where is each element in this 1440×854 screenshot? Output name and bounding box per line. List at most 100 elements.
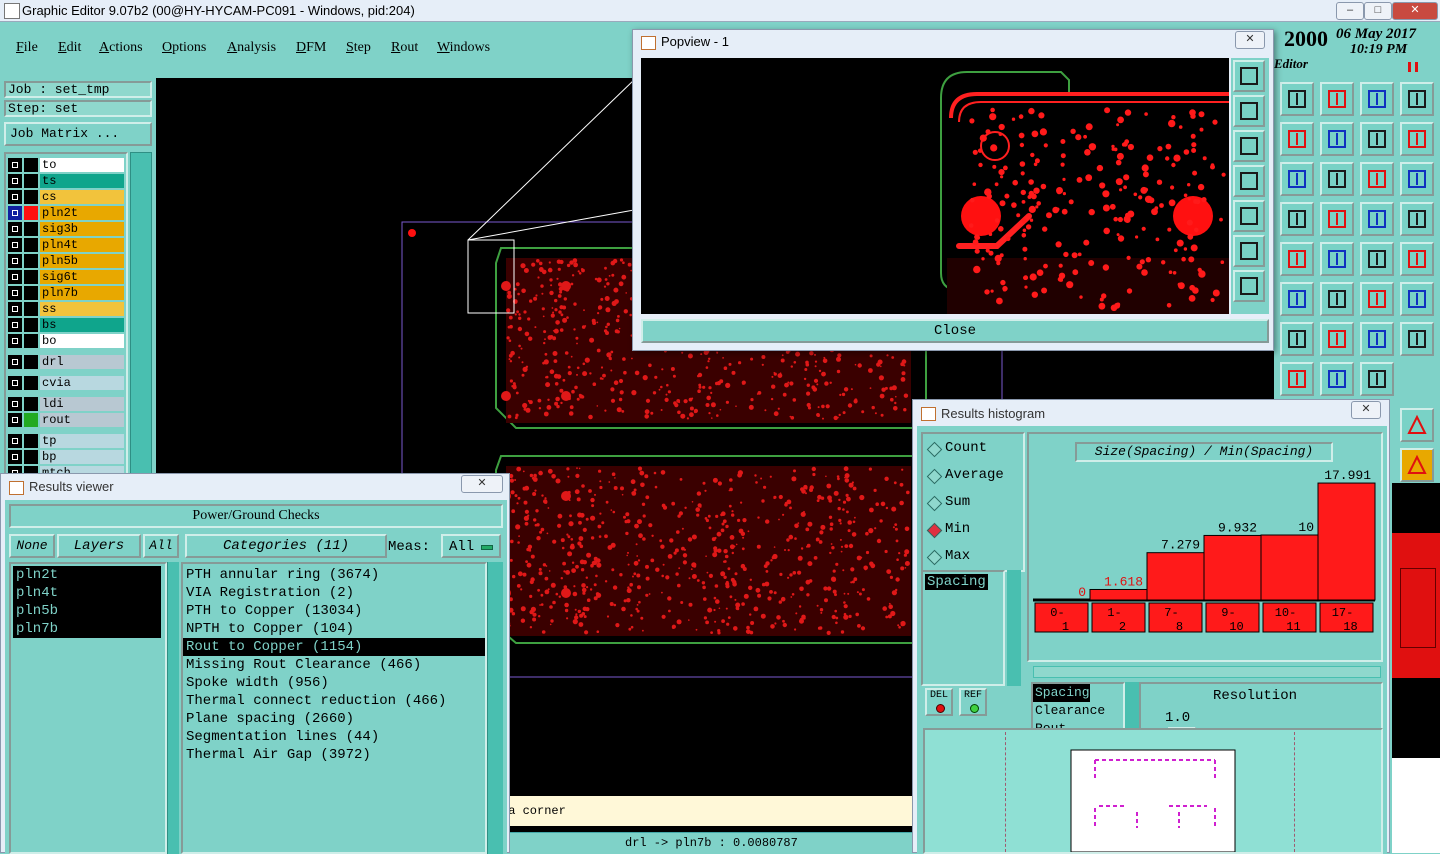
meas-dropdown[interactable]: All bbox=[441, 534, 501, 558]
radio-diamond-icon[interactable] bbox=[926, 549, 943, 566]
layer-checkbox[interactable] bbox=[8, 286, 22, 300]
layer-color-swatch[interactable] bbox=[24, 222, 38, 236]
histogram-item-list[interactable]: Spacing bbox=[921, 570, 1005, 686]
menu-edit[interactable]: Edit bbox=[58, 40, 81, 56]
fit-area-icon[interactable] bbox=[1360, 362, 1394, 396]
layer-row-bs[interactable]: bs bbox=[8, 318, 124, 332]
layer-checkbox[interactable] bbox=[8, 355, 22, 369]
radio-diamond-icon[interactable] bbox=[926, 468, 943, 485]
layer-row-ss[interactable]: ss bbox=[8, 302, 124, 316]
help-icon[interactable] bbox=[1400, 162, 1434, 196]
chart-hscroll[interactable] bbox=[1033, 666, 1381, 678]
layer-checkbox[interactable] bbox=[8, 334, 22, 348]
split-icon[interactable] bbox=[1320, 362, 1354, 396]
layer-checkbox[interactable] bbox=[8, 206, 22, 220]
histogram-close-button[interactable]: ✕ bbox=[1351, 401, 1381, 419]
menu-actions[interactable]: Actions bbox=[99, 40, 143, 56]
swap-icon[interactable] bbox=[1360, 122, 1394, 156]
category-item[interactable]: Segmentation lines (44) bbox=[183, 728, 485, 746]
fit-icon[interactable] bbox=[1280, 162, 1314, 196]
category-item[interactable]: VIA Registration (2) bbox=[183, 584, 485, 602]
edit-line-icon[interactable] bbox=[1280, 322, 1314, 356]
layer-result-scrollbar[interactable] bbox=[167, 562, 179, 854]
popview-close-button[interactable]: ✕ bbox=[1235, 31, 1265, 49]
layer-color-swatch[interactable] bbox=[24, 190, 38, 204]
layer-checkbox[interactable] bbox=[8, 413, 22, 427]
layer-checkbox[interactable] bbox=[8, 190, 22, 204]
layer-color-swatch[interactable] bbox=[24, 397, 38, 411]
result-layer-item[interactable]: pln2t bbox=[13, 566, 161, 584]
layer-color-swatch[interactable] bbox=[24, 434, 38, 448]
edit-diag-icon[interactable] bbox=[1320, 322, 1354, 356]
layer-checkbox[interactable] bbox=[8, 302, 22, 316]
category-item[interactable]: Rout to Copper (1154) bbox=[183, 638, 485, 656]
layer-row-ts[interactable]: ts bbox=[8, 174, 124, 188]
layer-row-cvia[interactable]: cvia bbox=[8, 376, 124, 390]
move-left-icon[interactable] bbox=[1280, 122, 1314, 156]
pan-icon[interactable] bbox=[1320, 162, 1354, 196]
layer-row-drl[interactable]: drl bbox=[8, 355, 124, 369]
layer-checkbox[interactable] bbox=[8, 397, 22, 411]
stat-option-min[interactable]: Min bbox=[926, 521, 1021, 541]
radio-diamond-icon[interactable] bbox=[926, 495, 943, 512]
rotate-icon[interactable] bbox=[1360, 322, 1394, 356]
pop-right-icon[interactable] bbox=[1233, 200, 1265, 232]
move-down-icon[interactable] bbox=[1320, 82, 1354, 116]
cross-icon[interactable] bbox=[1320, 282, 1354, 316]
layer-color-swatch[interactable] bbox=[24, 174, 38, 188]
home-icon[interactable] bbox=[1360, 82, 1394, 116]
layer-color-swatch[interactable] bbox=[24, 302, 38, 316]
layer-row-bo[interactable]: bo bbox=[8, 334, 124, 348]
pop-up-icon[interactable] bbox=[1233, 95, 1265, 127]
job-matrix-button[interactable]: Job Matrix ... bbox=[4, 122, 152, 146]
stat-option-max[interactable]: Max bbox=[926, 548, 1021, 568]
category-item[interactable]: NPTH to Copper (104) bbox=[183, 620, 485, 638]
layer-color-swatch[interactable] bbox=[24, 270, 38, 284]
pop-pan-icon[interactable] bbox=[1233, 270, 1265, 302]
connect-icon[interactable] bbox=[1280, 282, 1314, 316]
layer-checkbox[interactable] bbox=[8, 238, 22, 252]
layer-row-pln5b[interactable]: pln5b bbox=[8, 254, 124, 268]
layer-checkbox[interactable] bbox=[8, 270, 22, 284]
results-viewer-close-button[interactable]: ✕ bbox=[461, 475, 503, 493]
angle-icon[interactable] bbox=[1360, 282, 1394, 316]
histogram-bar[interactable] bbox=[1089, 588, 1148, 601]
layer-checkbox[interactable] bbox=[8, 254, 22, 268]
ref-button[interactable]: REF bbox=[959, 688, 987, 716]
category-list[interactable]: PTH annular ring (3674) VIA Registration … bbox=[181, 562, 487, 854]
layer-color-swatch[interactable] bbox=[24, 206, 38, 220]
stat-option-sum[interactable]: Sum bbox=[926, 494, 1021, 514]
menu-file[interactable]: File bbox=[16, 40, 38, 56]
scale-icon[interactable] bbox=[1360, 162, 1394, 196]
layer-result-list[interactable]: pln2t pln4t pln5b pln7b bbox=[9, 562, 167, 854]
close-window-button[interactable]: ✕ bbox=[1392, 2, 1438, 20]
snap-icon[interactable] bbox=[1360, 202, 1394, 236]
category-item[interactable]: Thermal connect reduction (466) bbox=[183, 692, 485, 710]
layer-color-swatch[interactable] bbox=[24, 254, 38, 268]
move-up-icon[interactable] bbox=[1280, 82, 1314, 116]
none-button[interactable]: None bbox=[9, 534, 55, 558]
layer-color-swatch[interactable] bbox=[24, 318, 38, 332]
category-item[interactable]: PTH annular ring (3674) bbox=[183, 566, 485, 584]
histogram-item-scrollbar[interactable] bbox=[1007, 570, 1021, 686]
category-item[interactable]: Thermal Air Gap (3972) bbox=[183, 746, 485, 764]
layer-row-pln2t[interactable]: pln2t bbox=[8, 206, 124, 220]
layer-color-swatch[interactable] bbox=[24, 238, 38, 252]
menu-options[interactable]: Options bbox=[162, 40, 206, 56]
layer-color-swatch[interactable] bbox=[24, 355, 38, 369]
menu-step[interactable]: Step bbox=[346, 40, 371, 56]
category-item[interactable]: Plane spacing (2660) bbox=[183, 710, 485, 728]
layer-checkbox[interactable] bbox=[8, 174, 22, 188]
measure-icon[interactable] bbox=[1360, 242, 1394, 276]
category-item[interactable]: Missing Rout Clearance (466) bbox=[183, 656, 485, 674]
category-item[interactable]: PTH to Copper (13034) bbox=[183, 602, 485, 620]
pad-edit-icon[interactable] bbox=[1280, 362, 1314, 396]
layer-color-swatch[interactable] bbox=[24, 334, 38, 348]
layer-row-to[interactable]: to bbox=[8, 158, 124, 172]
stat-option-count[interactable]: Count bbox=[926, 440, 1021, 460]
layer-checkbox[interactable] bbox=[8, 450, 22, 464]
layer-scrollbar[interactable] bbox=[130, 152, 152, 478]
category-item[interactable]: Spoke width (956) bbox=[183, 674, 485, 692]
menu-windows[interactable]: Windows bbox=[437, 40, 490, 56]
layer-row-cs[interactable]: cs bbox=[8, 190, 124, 204]
